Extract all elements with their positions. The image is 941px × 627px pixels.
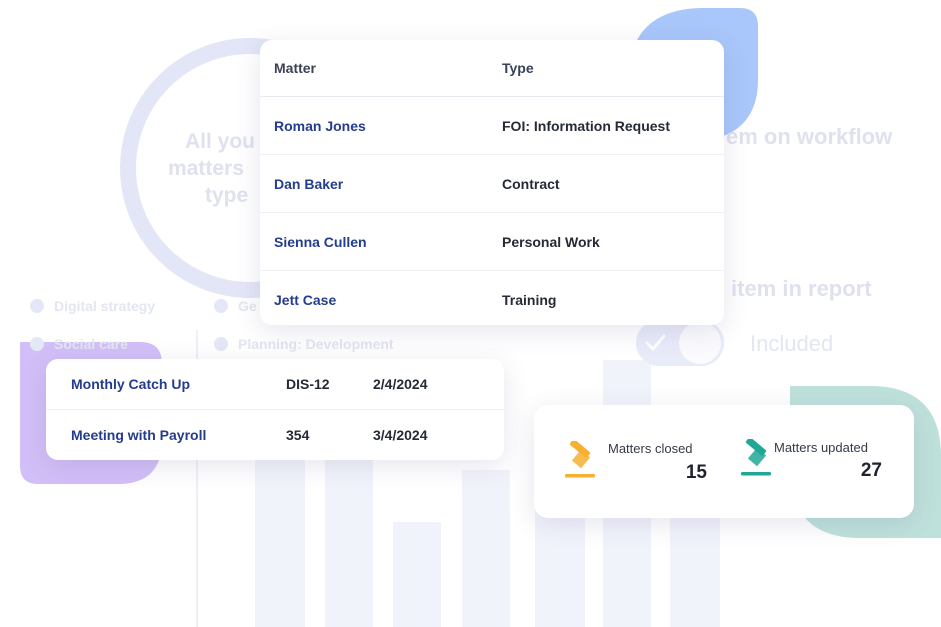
stat-label-updated: Matters updated [774, 440, 868, 455]
table-row[interactable]: Roman Jones FOI: Information Request [260, 97, 724, 155]
column-header-matter: Matter [274, 60, 317, 76]
meeting-date: 3/4/2024 [373, 427, 428, 443]
legend-label: Digital strategy [54, 298, 156, 314]
matters-table: Matter Type Roman Jones FOI: Information… [260, 40, 724, 325]
toggle-label: Included [750, 331, 834, 356]
matter-link[interactable]: Roman Jones [260, 118, 502, 134]
included-toggle [636, 320, 724, 366]
donut-text-line-3: type [205, 184, 249, 207]
matter-link[interactable]: Sienna Cullen [260, 234, 502, 250]
legend-item: Ge [214, 298, 257, 314]
report-text: item in report [731, 276, 872, 301]
meeting-link[interactable]: Monthly Catch Up [46, 376, 286, 392]
legend-dot-icon [30, 299, 44, 313]
legend-label: Ge [238, 298, 257, 314]
workflow-text: em on workflow [726, 124, 893, 149]
list-item[interactable]: Meeting with Payroll 354 3/4/2024 [46, 409, 504, 460]
stat-label-closed: Matters closed [608, 441, 693, 456]
meetings-list: Monthly Catch Up DIS-12 2/4/2024 Meeting… [46, 359, 504, 460]
table-row[interactable]: Sienna Cullen Personal Work [260, 213, 724, 271]
matters-stats-card: Matters closed 15 Matters updated 27 [534, 405, 914, 518]
gavel-icon [741, 439, 771, 476]
legend-dot-icon [214, 299, 228, 313]
matter-type: Personal Work [502, 233, 600, 250]
legend-dot-icon [214, 337, 228, 351]
stat-value-updated: 27 [860, 460, 882, 481]
donut-text-line-2: matters [168, 157, 244, 180]
legend-dot-icon [30, 337, 44, 351]
legend-item: Digital strategy [30, 298, 155, 314]
gavel-icon [565, 441, 595, 478]
meeting-code: 354 [286, 427, 310, 443]
matter-type: Contract [502, 175, 560, 192]
donut-text-line-1: All you [185, 130, 256, 153]
legend-item: Social care [30, 336, 128, 352]
list-item[interactable]: Monthly Catch Up DIS-12 2/4/2024 [46, 359, 504, 409]
stat-value-closed: 15 [685, 462, 707, 483]
table-row[interactable]: Dan Baker Contract [260, 155, 724, 213]
legend-label: Planning: Development [238, 336, 394, 352]
meeting-code: DIS-12 [286, 376, 330, 392]
column-header-type: Type [502, 60, 534, 76]
table-header: Matter Type [260, 40, 724, 97]
meeting-date: 2/4/2024 [373, 376, 428, 392]
matter-link[interactable]: Jett Case [260, 292, 502, 308]
legend-label: Social care [54, 336, 128, 352]
table-row[interactable]: Jett Case Training [260, 271, 724, 325]
legend-item: Planning: Development [214, 336, 394, 352]
meeting-link[interactable]: Meeting with Payroll [46, 427, 286, 443]
matter-type: Training [502, 291, 557, 308]
matter-link[interactable]: Dan Baker [260, 176, 502, 192]
matter-type: FOI: Information Request [502, 117, 670, 134]
